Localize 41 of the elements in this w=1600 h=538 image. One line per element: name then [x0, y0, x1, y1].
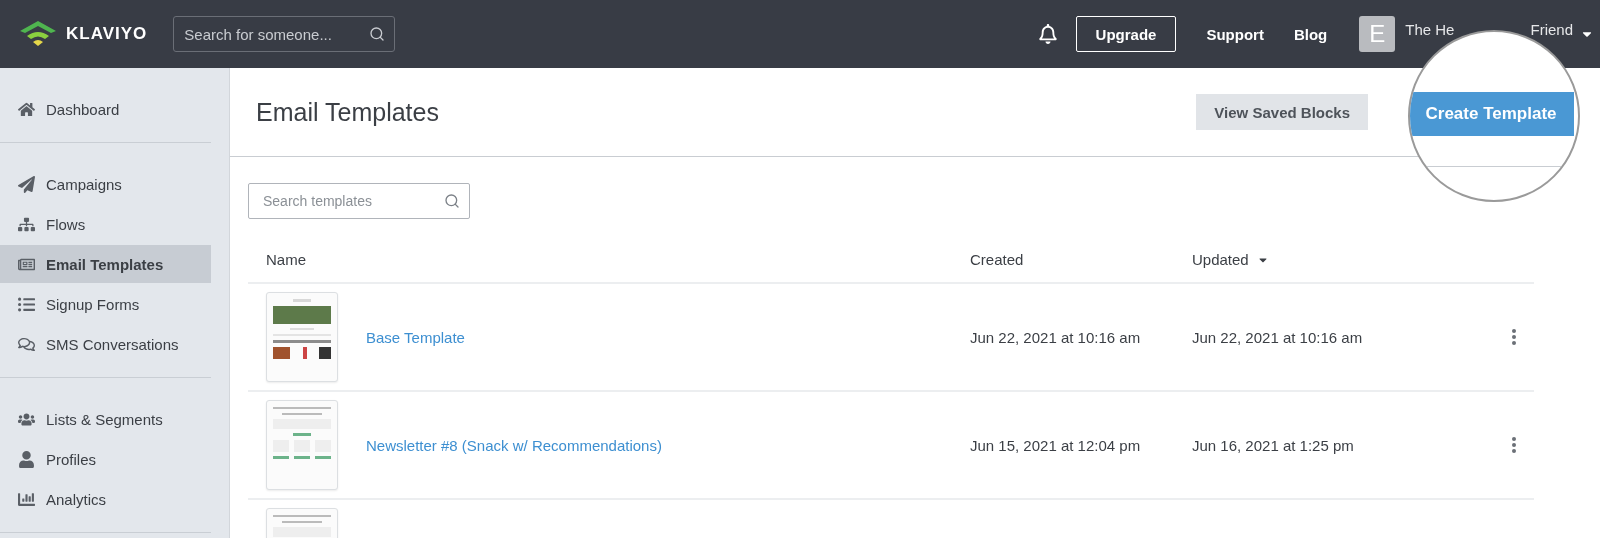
- table-cell: Jun 15, 2021 at 12:04 pm: [968, 392, 1190, 500]
- search-field[interactable]: Search templates: [248, 183, 470, 219]
- sidebar-item[interactable]: Analytics: [0, 480, 211, 518]
- sidebar-item[interactable]: Profiles: [0, 440, 211, 478]
- account-name[interactable]: Friend: [1530, 21, 1573, 38]
- search-icon: [369, 26, 386, 42]
- list-icon: [18, 295, 35, 313]
- nav-link[interactable]: Blog: [1293, 25, 1328, 43]
- sidebar-item[interactable]: SMS Conversations: [0, 325, 211, 363]
- template-link[interactable]: Base Template: [366, 328, 465, 346]
- nav-link[interactable]: Support: [1206, 25, 1264, 43]
- sidebar-item[interactable]: Signup Forms: [0, 285, 211, 323]
- view-saved-blocks-button[interactable]: View Saved Blocks: [1196, 94, 1368, 130]
- bar-chart-icon: [18, 490, 35, 508]
- sidebar-item[interactable]: Email Templates: [0, 245, 211, 283]
- paper-plane-icon: [18, 175, 35, 193]
- sidebar-item[interactable]: Campaigns: [0, 165, 211, 203]
- sidebar-item[interactable]: Flows: [0, 205, 211, 243]
- brand-name: KLAVIYO: [66, 24, 148, 44]
- upgrade-button[interactable]: Upgrade: [1075, 16, 1177, 52]
- table-cell: Jun 16, 2021 at 1:25 pm: [1190, 392, 1494, 500]
- nodes-icon: [18, 215, 35, 233]
- table-cell: Jun 22, 2021 at 10:16 am: [1190, 284, 1494, 392]
- home-icon: [18, 100, 35, 118]
- kebab-icon: [1512, 437, 1516, 453]
- search-field[interactable]: Search for someone...: [173, 16, 396, 52]
- search-icon: [444, 193, 460, 209]
- table-cell: Jun 22, 2021 at 10:16 am: [968, 284, 1190, 392]
- kebab-icon: [1512, 329, 1516, 345]
- account-name[interactable]: The He: [1405, 21, 1455, 38]
- column-header[interactable]: Updated: [1190, 237, 1494, 284]
- column-header: Created: [968, 237, 1190, 284]
- sidebar-item[interactable]: Dashboard: [0, 90, 211, 128]
- person-icon: [18, 450, 35, 468]
- chat-bubbles-icon: [18, 335, 35, 353]
- bell-icon[interactable]: [1037, 24, 1058, 44]
- page-title: Email Templates: [256, 97, 440, 127]
- sidebar-item[interactable]: Lists & Segments: [0, 400, 211, 438]
- logo-icon: [18, 20, 58, 48]
- template-link[interactable]: Newsletter #8 (Snack w/ Recommendations): [366, 436, 662, 454]
- column-header: Name: [248, 237, 968, 284]
